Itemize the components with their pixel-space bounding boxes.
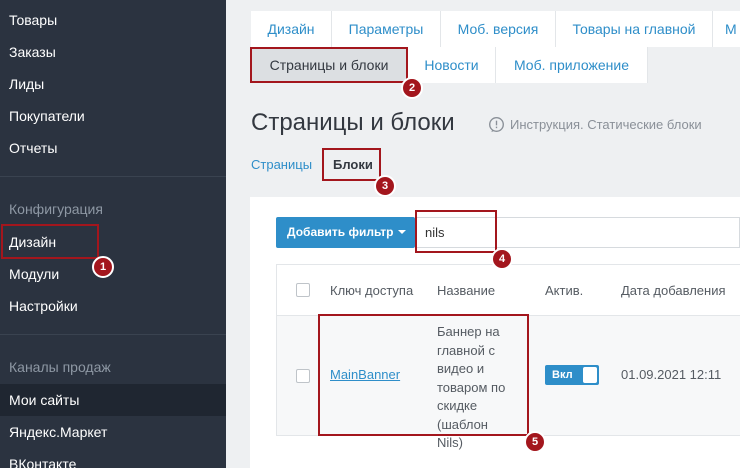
sidebar-item-vkontakte[interactable]: ВКонтакте: [0, 448, 226, 468]
select-all-checkbox[interactable]: [296, 283, 310, 297]
add-filter-label: Добавить фильтр: [287, 225, 394, 239]
column-header-active[interactable]: Актив.: [545, 265, 583, 317]
step-marker-5: 5: [524, 431, 546, 453]
sidebar-divider: [0, 176, 226, 177]
help-chat-icon: [489, 117, 504, 133]
sidebar-item-settings[interactable]: Настройки: [0, 290, 226, 322]
active-toggle[interactable]: Вкл: [545, 365, 599, 385]
highlight-box-design: [1, 224, 99, 259]
row-date: 01.09.2021 12:11: [621, 367, 722, 382]
highlight-box-blocks: [322, 148, 381, 181]
step-marker-1: 1: [92, 256, 114, 278]
sidebar-section-config: Конфигурация: [9, 201, 103, 217]
sidebar-item-reports[interactable]: Отчеты: [0, 132, 226, 164]
sidebar-section-channels: Каналы продаж: [9, 359, 111, 375]
subtab-pages[interactable]: Страницы: [251, 157, 312, 172]
step-marker-2: 2: [401, 77, 423, 99]
highlight-box-row: [318, 314, 529, 436]
tab-mobile-version[interactable]: Моб. версия: [441, 11, 556, 47]
help-link[interactable]: Инструкция. Статические блоки: [488, 116, 702, 133]
add-filter-button[interactable]: Добавить фильтр: [276, 217, 415, 248]
highlight-box-pages-blocks: [250, 47, 408, 83]
column-header-name[interactable]: Название: [437, 265, 495, 317]
sidebar-divider: [0, 334, 226, 335]
sidebar-item-my-sites[interactable]: Мои сайты: [0, 384, 226, 416]
sidebar-item-orders[interactable]: Заказы: [0, 36, 226, 68]
table-header: Ключ доступа Название Актив. Дата добавл…: [277, 264, 740, 316]
toggle-knob: [583, 367, 597, 383]
help-text: Инструкция. Статические блоки: [510, 117, 702, 132]
toggle-label: Вкл: [552, 369, 573, 381]
tab-more[interactable]: М: [713, 11, 740, 47]
page-title: Страницы и блоки: [251, 109, 455, 136]
sidebar-item-customers[interactable]: Покупатели: [0, 100, 226, 132]
caret-down-icon: [398, 230, 407, 234]
highlight-box-search: [415, 210, 497, 253]
tab-mobile-app[interactable]: Моб. приложение: [496, 47, 648, 83]
sidebar-item-products[interactable]: Товары: [0, 4, 226, 36]
column-header-date[interactable]: Дата добавления: [621, 265, 726, 317]
step-marker-4: 4: [491, 248, 513, 270]
tab-parameters[interactable]: Параметры: [332, 11, 441, 47]
step-marker-3: 3: [374, 175, 396, 197]
tab-design[interactable]: Дизайн: [251, 11, 332, 47]
sidebar-item-leads[interactable]: Лиды: [0, 68, 226, 100]
column-header-key[interactable]: Ключ доступа: [330, 265, 413, 317]
row-checkbox[interactable]: [296, 369, 310, 383]
tab-products-on-main[interactable]: Товары на главной: [556, 11, 713, 47]
tab-news[interactable]: Новости: [408, 47, 496, 83]
sidebar-item-yandex-market[interactable]: Яндекс.Маркет: [0, 416, 226, 448]
